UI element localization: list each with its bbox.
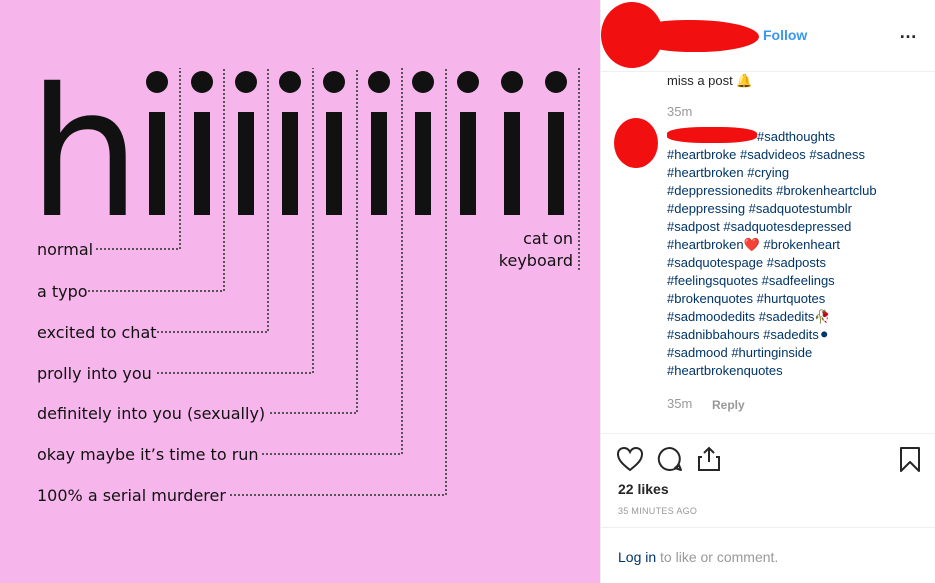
caption-body: miss a post (667, 73, 733, 88)
letter-i-stem (460, 112, 476, 215)
hashtag-line[interactable]: #feelingsquotes #sadfeelings (667, 272, 927, 290)
letter-i-dot (501, 71, 523, 93)
action-bar: 22 likes 35 MINUTES AGO (601, 434, 935, 528)
hashtag-line[interactable]: #sadmoodedits #sadedits🥀 (667, 308, 927, 326)
hashtag-line[interactable]: #heartbroken #crying (667, 164, 927, 182)
meme-label-run: okay maybe it’s time to run (37, 445, 259, 464)
hashtag-line: #sadthoughts (667, 128, 927, 146)
hashtag-line[interactable]: #heartbroken❤️ #brokenheart (667, 236, 927, 254)
post-sidebar: Follow … miss a post 🔔 35m #sadthoughts … (600, 0, 935, 583)
meme-label-cat-on-keyboard: cat on keyboard (473, 228, 573, 272)
letter-i-stem (548, 112, 564, 215)
post-time-ago: 35 MINUTES AGO (618, 506, 698, 516)
bell-icon: 🔔 (736, 73, 753, 88)
letter-i-dot (545, 71, 567, 93)
hashtag-line[interactable]: #sadpost #sadquotesdepressed (667, 218, 927, 236)
meme-label-normal: normal (37, 240, 94, 259)
login-prompt-text: to like or comment. (656, 549, 779, 565)
caption-timestamp: 35m (667, 104, 693, 119)
reply-button[interactable]: Reply (712, 398, 745, 412)
letter-i-stem (194, 112, 210, 215)
hashtag-line[interactable]: #sadmood #hurtinginside (667, 344, 927, 362)
more-options-icon[interactable]: … (899, 22, 918, 43)
hashtag-line[interactable]: #heartbroke #sadvideos #sadness (667, 146, 927, 164)
letter-i-stem (149, 112, 165, 215)
post-header: Follow … (601, 0, 935, 72)
likes-count[interactable]: 22 likes (618, 481, 669, 497)
hashtag-line[interactable]: #sadnibbahours #sadedits⚫ (667, 326, 927, 344)
cat-label-line1: cat on (523, 229, 573, 248)
hashtag-line[interactable]: #heartbrokenquotes (667, 362, 927, 380)
meme-big-h: h (28, 50, 141, 257)
letter-i-dot (279, 71, 301, 93)
share-icon[interactable] (694, 444, 724, 474)
meme-label-typo: a typo (37, 282, 88, 301)
letter-i-dot (457, 71, 479, 93)
follow-button[interactable]: Follow (763, 27, 807, 43)
letter-i-stem (415, 112, 431, 215)
letter-i-stem (371, 112, 387, 215)
meme-label-excited: excited to chat (37, 323, 157, 342)
hashtag-line[interactable]: #sadquotespage #sadposts (667, 254, 927, 272)
cat-label-line2: keyboard (498, 251, 573, 270)
redacted-username[interactable] (631, 20, 759, 52)
letter-i-dot (368, 71, 390, 93)
comment-hashtags: #sadthoughts #heartbroke #sadvideos #sad… (667, 128, 927, 380)
comment-icon[interactable] (655, 444, 685, 474)
letter-i-dot (191, 71, 213, 93)
redacted-commenter-avatar[interactable] (614, 118, 658, 168)
letter-i-dot (235, 71, 257, 93)
hashtag-line[interactable]: #deppressing #sadquotestumblr (667, 200, 927, 218)
letter-i-dot (323, 71, 345, 93)
login-link[interactable]: Log in (618, 549, 656, 565)
meme-label-murderer: 100% a serial murderer (37, 486, 226, 505)
meme-label-definitely: definitely into you (sexually) (37, 404, 266, 423)
heart-icon[interactable] (615, 444, 645, 474)
hashtag-line[interactable]: #deppressionedits #brokenheartclub (667, 182, 927, 200)
letter-i-stem (238, 112, 254, 215)
caption-text: miss a post 🔔 (667, 72, 753, 90)
letter-i-stem (282, 112, 298, 215)
comments-section: miss a post 🔔 35m #sadthoughts #heartbro… (601, 72, 935, 434)
post-image[interactable]: h normal a typo excited to chat prolly i… (0, 0, 600, 583)
login-prompt: Log in to like or comment. (618, 549, 778, 565)
letter-i-stem (326, 112, 342, 215)
hashtag-first[interactable]: #sadthoughts (757, 129, 835, 144)
letter-i-dot (412, 71, 434, 93)
letter-i-dot (146, 71, 168, 93)
hashtag-line[interactable]: #brokenquotes #hurtquotes (667, 290, 927, 308)
bookmark-icon[interactable] (895, 444, 925, 474)
letter-i-stem (504, 112, 520, 215)
comment-timestamp: 35m (667, 396, 693, 411)
meme-label-prolly: prolly into you (37, 364, 152, 383)
